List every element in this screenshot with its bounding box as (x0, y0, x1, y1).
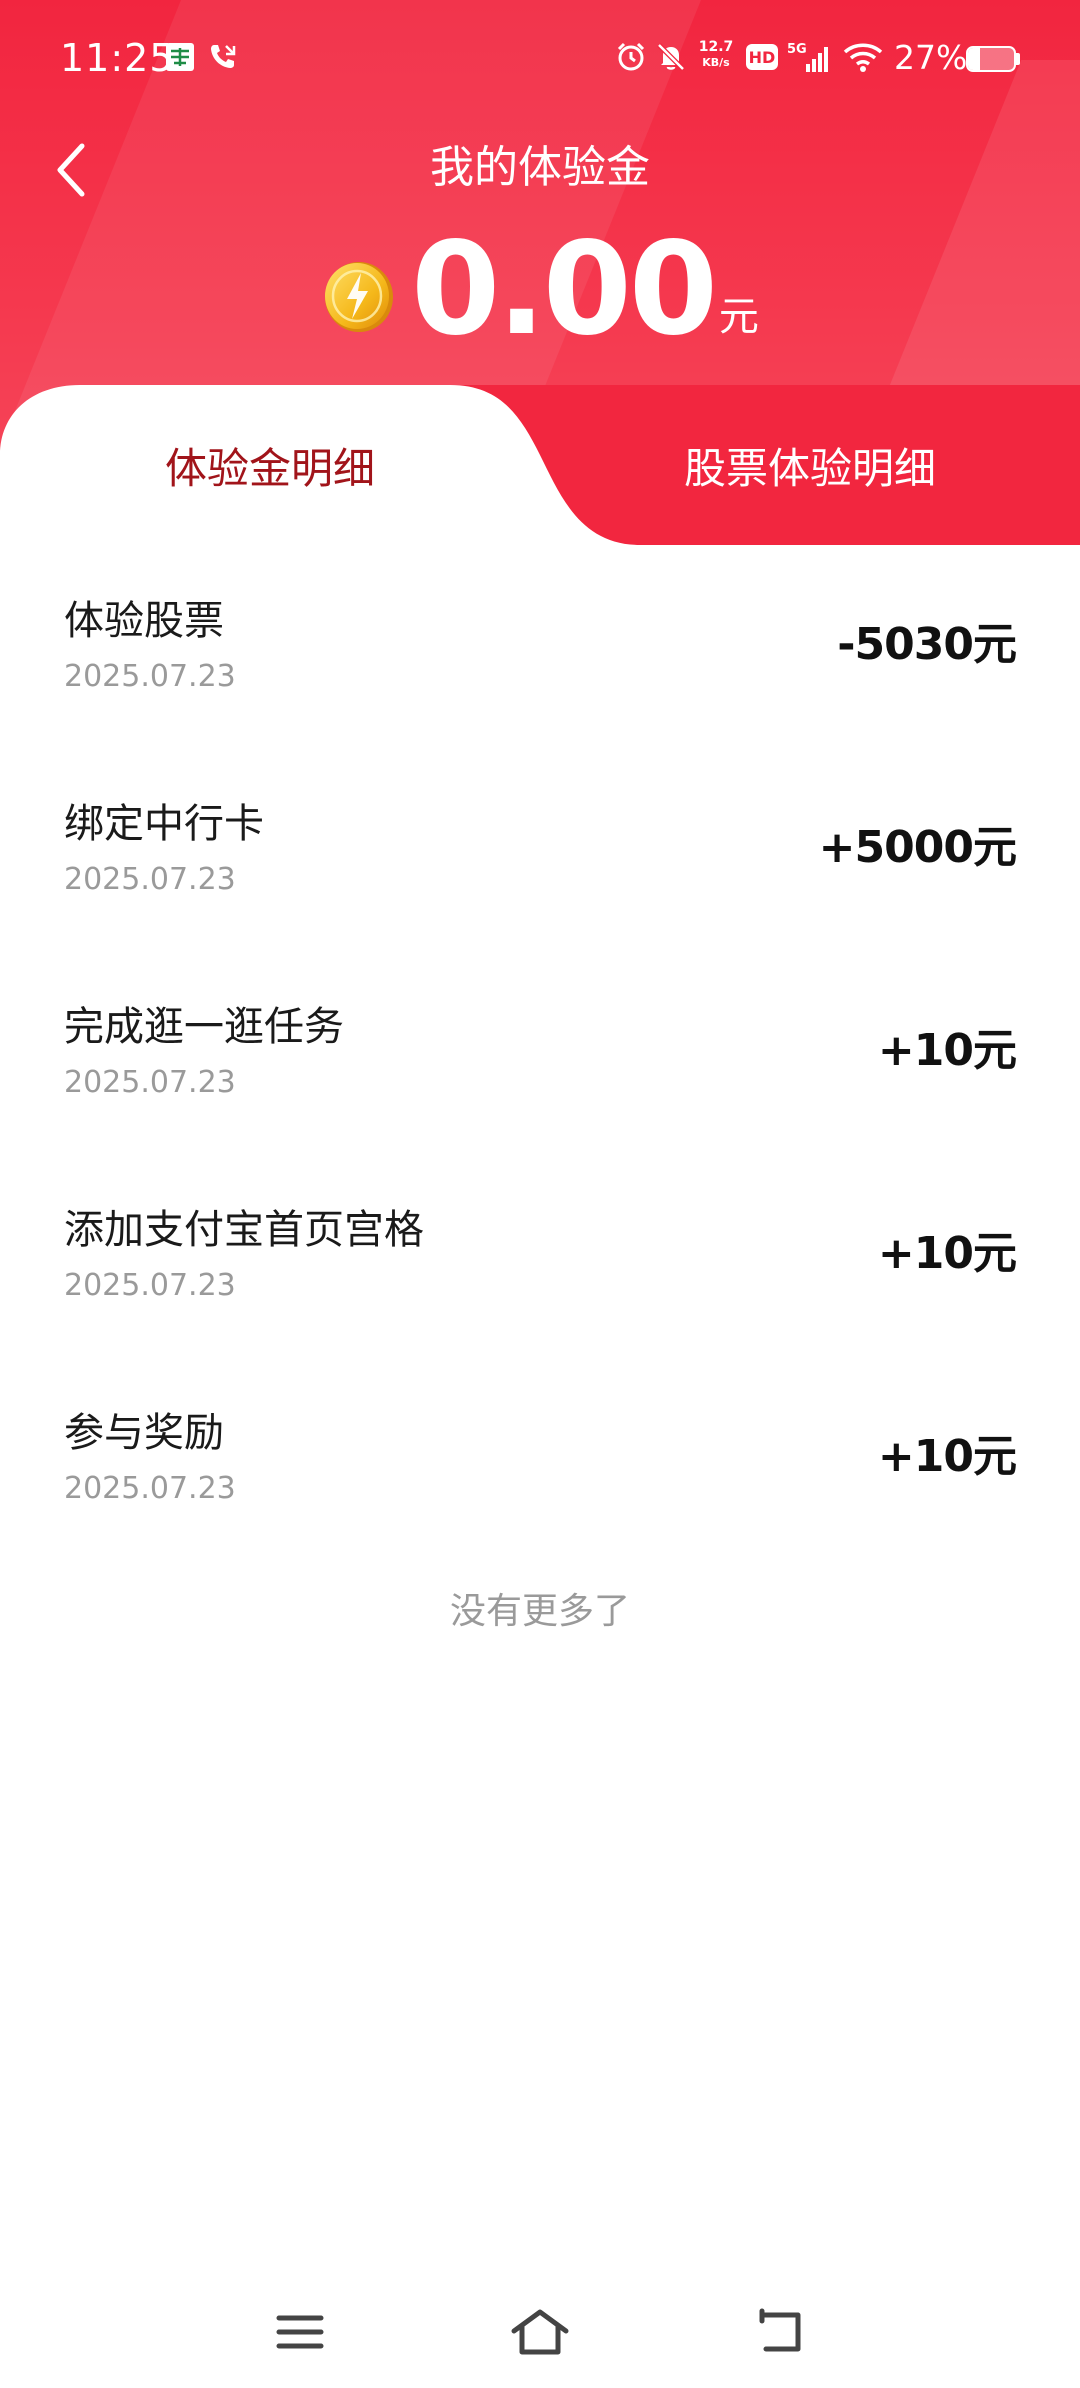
status-bar: 11:25 12.7 KB/s HD 5G 27% (0, 0, 1080, 120)
record-date: 2025.07.23 (64, 1471, 236, 1506)
list-item[interactable]: 绑定中行卡 2025.07.23 +5000元 (0, 748, 1080, 951)
battery-icon (966, 46, 1016, 72)
screen: 11:25 12.7 KB/s HD 5G 27% 我的体验金 0.00 元 体… (0, 0, 1080, 2388)
record-title: 绑定中行卡 (64, 801, 264, 847)
record-amount: -5030元 (837, 619, 1017, 670)
gold-coin-lightning-icon (325, 262, 394, 332)
battery-cap (1016, 53, 1020, 65)
record-date: 2025.07.23 (64, 659, 236, 694)
tabs: 体验金明细 股票体验明细 (0, 385, 1080, 545)
balance-amount: 0.00 (411, 215, 718, 364)
record-title: 体验股票 (64, 598, 224, 644)
page-title: 我的体验金 (430, 142, 650, 193)
battery-percent: 27% (894, 38, 968, 77)
list-item[interactable]: 体验股票 2025.07.23 -5030元 (0, 545, 1080, 748)
system-nav-bar (0, 2280, 1080, 2388)
back-icon (759, 2308, 801, 2352)
tab-stock-experience-detail[interactable]: 股票体验明细 (540, 385, 1080, 545)
record-date: 2025.07.23 (64, 1065, 236, 1100)
nav-back-button[interactable] (740, 2292, 820, 2372)
record-amount: +10元 (877, 1431, 1017, 1482)
record-amount: +10元 (877, 1025, 1017, 1076)
list-item[interactable]: 参与奖励 2025.07.23 +10元 (0, 1357, 1080, 1560)
menu-button[interactable] (260, 2292, 340, 2372)
signal-icon: 5G (786, 40, 832, 74)
status-time: 11:25 (60, 36, 175, 80)
menu-icon (276, 2315, 324, 2349)
battery-level (968, 48, 981, 70)
china-post-icon (164, 40, 196, 74)
record-amount: +10元 (877, 1228, 1017, 1279)
net-speed: 12.7 KB/s (698, 39, 734, 70)
bell-muted-icon (654, 40, 688, 74)
record-amount: +5000元 (818, 822, 1017, 873)
record-date: 2025.07.23 (64, 1268, 236, 1303)
record-title: 添加支付宝首页宫格 (64, 1207, 424, 1253)
balance: 0.00 元 (0, 225, 1080, 355)
phone-call-icon (206, 40, 240, 74)
alarm-icon (614, 40, 648, 74)
no-more-text: 没有更多了 (449, 1591, 630, 1632)
record-date: 2025.07.23 (64, 862, 236, 897)
header: 11:25 12.7 KB/s HD 5G 27% 我的体验金 0.00 元 体… (0, 0, 1080, 545)
network-label: 5G (787, 42, 807, 57)
home-button[interactable] (500, 2292, 580, 2372)
list-item[interactable]: 完成逛一逛任务 2025.07.23 +10元 (0, 951, 1080, 1154)
record-title: 参与奖励 (64, 1410, 224, 1456)
tab-experience-detail[interactable]: 体验金明细 (0, 385, 540, 545)
balance-unit: 元 (718, 294, 759, 340)
records-list: 体验股票 2025.07.23 -5030元 绑定中行卡 2025.07.23 … (0, 545, 1080, 1560)
record-title: 完成逛一逛任务 (64, 1004, 344, 1050)
list-item[interactable]: 添加支付宝首页宫格 2025.07.23 +10元 (0, 1154, 1080, 1357)
home-icon (511, 2309, 569, 2355)
wifi-icon (842, 40, 884, 74)
hd-badge: HD (746, 44, 778, 70)
